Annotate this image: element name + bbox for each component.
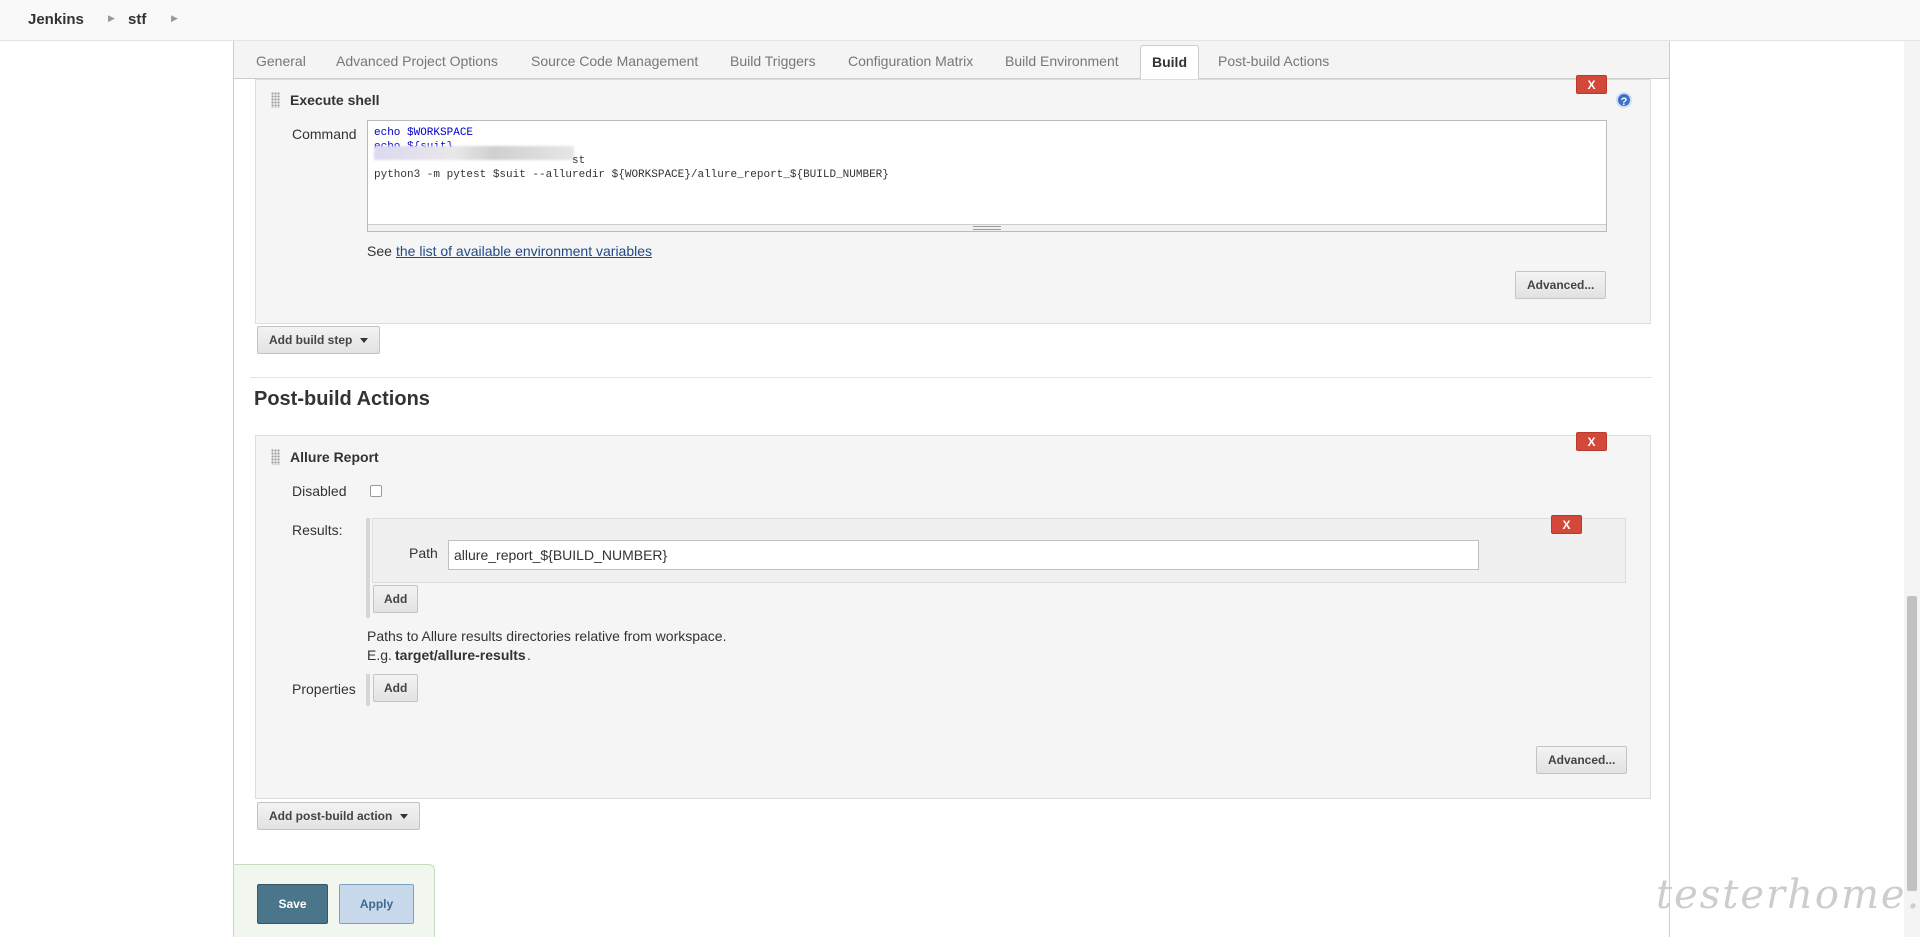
- properties-bar: [366, 674, 370, 706]
- add-post-build-action-button[interactable]: Add post-build action: [257, 802, 421, 830]
- command-label: Command: [292, 126, 357, 142]
- apply-button[interactable]: Apply: [339, 884, 414, 924]
- help-icon[interactable]: ?: [1616, 92, 1632, 108]
- path-input[interactable]: allure_report_${BUILD_NUMBER}: [448, 540, 1479, 570]
- allure-advanced-button[interactable]: Advanced...: [1536, 746, 1628, 774]
- tab-general[interactable]: General: [256, 53, 306, 69]
- breadcrumb-project[interactable]: stf: [128, 11, 146, 28]
- caret-down-icon: [360, 338, 369, 344]
- command-line: python3 -m pytest $suit --alluredir ${WO…: [374, 169, 889, 181]
- path-label: Path: [409, 545, 438, 561]
- hint-example: target/allure-results: [395, 647, 526, 663]
- see-text: See: [367, 243, 392, 259]
- results-label: Results:: [292, 522, 343, 538]
- delete-path-button[interactable]: X: [1551, 515, 1582, 534]
- execute-shell-title: Execute shell: [290, 92, 380, 108]
- scrollbar-thumb[interactable]: [1907, 596, 1917, 891]
- top-bar: Jenkins ▶ stf ▶: [0, 0, 1920, 41]
- post-build-heading: Post-build Actions: [254, 388, 430, 410]
- hint-period: .: [527, 647, 531, 663]
- delete-step-button[interactable]: X: [1576, 75, 1607, 94]
- textarea-resize-handle[interactable]: [368, 224, 1606, 231]
- chevron-right-icon: ▶: [171, 13, 178, 23]
- add-build-step-button[interactable]: Add build step: [257, 326, 381, 354]
- tab-build[interactable]: Build: [1140, 45, 1199, 80]
- command-line: echo $WORKSPACE: [374, 127, 474, 139]
- properties-label: Properties: [292, 681, 356, 697]
- chevron-right-icon: ▶: [108, 13, 115, 23]
- command-textarea[interactable]: echo $WORKSPACE echo ${suit} st python3 …: [367, 120, 1607, 232]
- add-result-button[interactable]: Add: [373, 585, 419, 613]
- tab-build-triggers[interactable]: Build Triggers: [730, 53, 816, 69]
- command-line: st: [374, 155, 586, 167]
- caret-down-icon: [400, 814, 409, 820]
- drag-handle-icon[interactable]: [271, 449, 280, 465]
- add-post-build-action-label: Add post-build action: [269, 809, 393, 823]
- allure-report-title: Allure Report: [290, 449, 379, 465]
- breadcrumb-jenkins[interactable]: Jenkins: [28, 11, 84, 28]
- watermark: testerhome.com: [1656, 872, 1920, 918]
- section-divider: [250, 377, 1652, 378]
- hint-eg: E.g.: [367, 647, 392, 663]
- tab-configuration-matrix[interactable]: Configuration Matrix: [848, 53, 973, 69]
- disabled-checkbox[interactable]: [370, 485, 382, 497]
- resize-grip-icon: [973, 226, 1001, 230]
- save-button[interactable]: Save: [257, 884, 328, 924]
- add-property-button[interactable]: Add: [373, 674, 419, 702]
- drag-handle-icon[interactable]: [271, 92, 280, 108]
- tab-source-code-management[interactable]: Source Code Management: [531, 53, 698, 69]
- env-variables-link[interactable]: the list of available environment variab…: [396, 243, 652, 259]
- tab-build-environment[interactable]: Build Environment: [1005, 53, 1119, 69]
- tab-advanced-project-options[interactable]: Advanced Project Options: [336, 53, 498, 69]
- tab-post-build-actions[interactable]: Post-build Actions: [1218, 53, 1329, 69]
- execute-shell-advanced-button[interactable]: Advanced...: [1515, 271, 1607, 299]
- results-bar: [366, 518, 370, 618]
- disabled-label: Disabled: [292, 483, 347, 499]
- allure-report-step: [255, 435, 1651, 799]
- delete-allure-button[interactable]: X: [1576, 432, 1607, 451]
- hint-text: Paths to Allure results directories rela…: [367, 628, 727, 644]
- add-build-step-label: Add build step: [269, 333, 353, 347]
